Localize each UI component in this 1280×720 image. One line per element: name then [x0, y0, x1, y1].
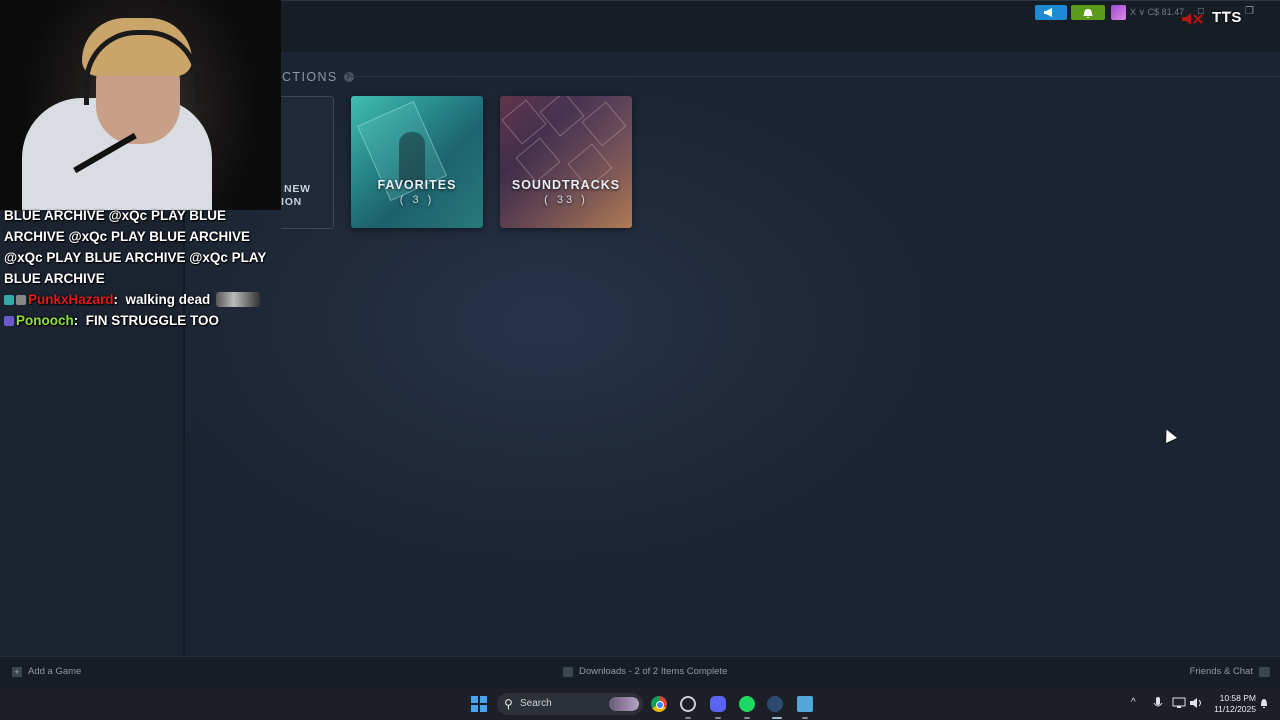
- new-collection-label-line1: NEW: [284, 183, 311, 195]
- chat-badge-icon: [4, 295, 14, 305]
- screen: CTIONS ? NEW ION FAVORITES ( 3 ) SOUNDTR…: [0, 0, 1280, 720]
- chat-line: BLUE ARCHIVE: [4, 271, 105, 286]
- downloads-label: Downloads - 2 of 2 Items Complete: [579, 666, 728, 677]
- bell-icon: [1083, 9, 1093, 18]
- notification-bell-icon[interactable]: [1259, 697, 1269, 709]
- add-game-label: Add a Game: [28, 666, 82, 677]
- spotify-icon[interactable]: [739, 696, 755, 712]
- webcam-overlay: [0, 0, 281, 210]
- taskbar-search[interactable]: ⚲ Search: [497, 693, 643, 715]
- chat-line: @xQc PLAY BLUE ARCHIVE @xQc PLAY: [4, 250, 267, 265]
- steam-status-bar: + Add a Game Downloads - 2 of 2 Items Co…: [0, 656, 1280, 689]
- chat-badge-icon: [4, 316, 14, 326]
- chat-username: PunkxHazard: [28, 292, 114, 307]
- running-indicator: [715, 717, 721, 719]
- discord-icon[interactable]: [710, 696, 726, 712]
- windows-taskbar: ⚲ Search ^ 10:58 PM 11/12/2025: [0, 688, 1280, 720]
- megaphone-icon: [1044, 8, 1052, 17]
- microphone-icon[interactable]: [1153, 697, 1163, 710]
- tray-chevron-icon[interactable]: ^: [1131, 697, 1136, 708]
- windows-logo-icon: [471, 696, 478, 703]
- running-indicator: [744, 717, 750, 719]
- running-indicator: [685, 717, 691, 719]
- wallet-balance[interactable]: X ∨ C$ 81.47: [1130, 7, 1184, 18]
- chat-line: ARCHIVE @xQc PLAY BLUE ARCHIVE: [4, 229, 250, 244]
- collection-tile-favorites[interactable]: FAVORITES ( 3 ): [351, 96, 483, 228]
- network-icon[interactable]: [1172, 697, 1186, 709]
- running-indicator: [802, 717, 808, 719]
- friends-chat-button[interactable]: Friends & Chat: [1190, 666, 1270, 677]
- collections-header-divider: [350, 76, 1280, 77]
- chrome-icon[interactable]: [651, 696, 667, 712]
- window-control[interactable]: □: [1198, 6, 1204, 17]
- soundtracks-artwork-tile: [539, 96, 585, 137]
- volume-icon[interactable]: [1189, 697, 1203, 709]
- friends-icon: [1259, 666, 1270, 677]
- gear-icon[interactable]: [680, 696, 696, 712]
- collection-name: SOUNDTRACKS: [511, 178, 621, 192]
- plus-icon: +: [12, 666, 22, 677]
- chat-emote-icon: [216, 292, 261, 307]
- announcement-button[interactable]: [1035, 5, 1067, 20]
- start-button[interactable]: [471, 696, 487, 712]
- clock-time: 10:58 PM: [1219, 693, 1256, 703]
- collection-name: FAVORITES: [377, 178, 457, 192]
- library-main-area: [184, 52, 1280, 656]
- search-label: Search: [520, 698, 552, 709]
- chat-message: PunkxHazard: walking dead: [4, 289, 274, 310]
- notepad-icon[interactable]: [797, 696, 813, 712]
- chat-badge-icon: [16, 295, 26, 305]
- downloads-status[interactable]: Downloads - 2 of 2 Items Complete: [563, 666, 727, 677]
- download-icon: [563, 666, 573, 677]
- user-avatar[interactable]: [1111, 5, 1126, 20]
- chat-line: BLUE ARCHIVE @xQc PLAY BLUE: [4, 208, 226, 223]
- collection-count: ( 3 ): [399, 194, 435, 206]
- collections-header: CTIONS ?: [282, 69, 354, 85]
- stream-chat-overlay: BLUE ARCHIVE @xQc PLAY BLUE ARCHIVE @xQc…: [4, 205, 274, 331]
- system-clock[interactable]: 10:58 PM 11/12/2025: [1208, 693, 1256, 715]
- active-indicator: [772, 717, 782, 719]
- collection-tile-soundtracks[interactable]: SOUNDTRACKS ( 33 ): [500, 96, 632, 228]
- new-collection-card[interactable]: NEW ION: [281, 96, 334, 229]
- search-icon: ⚲: [504, 697, 513, 711]
- collection-count: ( 33 ): [544, 194, 588, 206]
- steam-icon[interactable]: [767, 696, 783, 712]
- minimize-button[interactable]: —: [1222, 6, 1232, 17]
- chat-message: Ponooch: FIN STRUGGLE TOO: [4, 310, 274, 331]
- chat-message-text: walking dead: [125, 292, 211, 307]
- chat-username: Ponooch: [16, 313, 74, 328]
- chat-message-text: FIN STRUGGLE TOO: [85, 313, 220, 328]
- clock-date: 11/12/2025: [1214, 704, 1256, 714]
- windows-logo-icon: [480, 696, 487, 703]
- add-game-button[interactable]: + Add a Game: [12, 666, 81, 677]
- search-highlight-icon: [609, 697, 639, 711]
- favorites-artwork-figure: [399, 132, 425, 184]
- soundtracks-artwork-tile: [581, 101, 627, 147]
- help-icon[interactable]: ?: [343, 72, 354, 82]
- windows-logo-icon: [471, 705, 478, 712]
- notifications-button[interactable]: [1071, 5, 1105, 20]
- restore-button[interactable]: ❐: [1245, 6, 1254, 17]
- collections-header-label: CTIONS: [282, 70, 338, 84]
- new-collection-label-line2: ION: [281, 196, 303, 208]
- windows-logo-icon: [480, 705, 487, 712]
- friends-chat-label: Friends & Chat: [1189, 666, 1253, 677]
